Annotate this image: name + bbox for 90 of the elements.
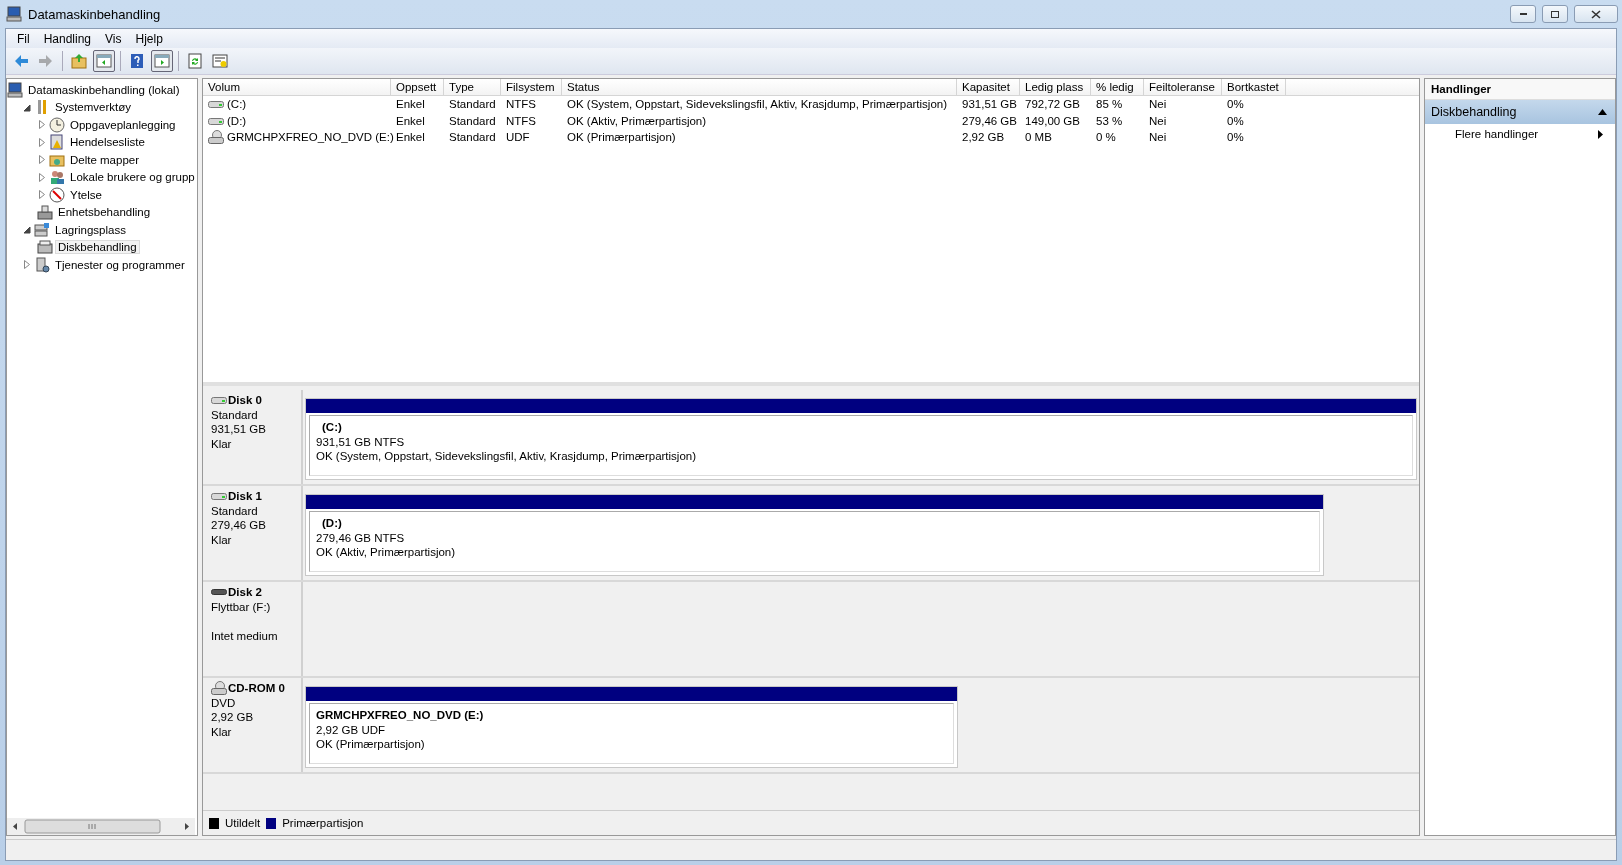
- table-cell-text: 931,51 GB: [962, 97, 1017, 112]
- menu-item[interactable]: Hjelp: [128, 30, 170, 47]
- legend-label: Primærpartisjon: [282, 817, 364, 829]
- tree-item[interactable]: Oppgaveplanlegging: [67, 117, 179, 132]
- partition-status: OK (System, Oppstart, Sidevekslingsfil, Aktiv, Krasjdump, Primærpartisjon): [316, 449, 698, 464]
- menu-item[interactable]: Handling: [36, 30, 99, 47]
- section-label: Diskbehandling: [1431, 105, 1517, 119]
- table-cell-text: NTFS: [506, 113, 537, 129]
- table-cell-text: 149,00 GB: [1025, 113, 1080, 129]
- disk-status: Intet medium: [211, 628, 279, 643]
- disk-type: DVD: [211, 695, 237, 710]
- column-header[interactable]: Ledig plass: [1020, 79, 1091, 96]
- disk-type: Standard: [211, 407, 259, 422]
- table-cell-text: 2,92 GB: [962, 130, 1005, 145]
- table-cell-text: GRMCHPXFREO_NO_DVD (E:): [227, 130, 394, 145]
- partition-block[interactable]: (D:) 279,46 GB NTFS OK (Aktiv, Primærpartisjon): [305, 494, 1325, 576]
- partition-block[interactable]: GRMCHPXFREO_NO_DVD (E:) 2,92 GB UDF OK (Primærpartisjon): [305, 686, 958, 768]
- table-cell-text: Nei: [1149, 130, 1167, 145]
- partition-size: 931,51 GB NTFS: [316, 434, 406, 449]
- table-cell-text: 0%: [1227, 130, 1244, 145]
- disk-size: 931,51 GB: [211, 422, 267, 437]
- table-cell-text: OK (Primærpartisjon): [567, 130, 676, 145]
- disk-name: Disk 1: [228, 489, 262, 504]
- column-header[interactable]: Status: [562, 79, 957, 96]
- table-cell-text: Nei: [1149, 113, 1167, 129]
- tree-item[interactable]: Lagringsplass: [52, 222, 129, 237]
- actions-title: Handlinger: [1425, 79, 1615, 100]
- column-header[interactable]: Bortkastet: [1222, 79, 1286, 96]
- action-label: Flere handlinger: [1455, 128, 1539, 140]
- column-header[interactable]: Type: [444, 79, 501, 96]
- table-cell-text: (D:): [227, 113, 247, 129]
- table-cell-text: OK (System, Oppstart, Sidevekslingsfil, Aktiv, Krasjdump, Primærpartisjon): [567, 97, 948, 112]
- table-cell-text: Nei: [1149, 97, 1167, 112]
- disk-status: Klar: [211, 532, 233, 547]
- legend-label: Utildelt: [225, 817, 261, 829]
- partition-label: (C:): [321, 420, 343, 435]
- tree-item[interactable]: Ytelse: [67, 187, 105, 202]
- tree-item[interactable]: Systemverktøy: [52, 100, 135, 115]
- table-cell-text: NTFS: [506, 97, 537, 112]
- table-cell-text: Standard: [449, 97, 496, 112]
- disk-size: 2,92 GB: [211, 710, 255, 725]
- table-cell-text: Enkel: [396, 97, 425, 112]
- column-header[interactable]: Oppsett: [391, 79, 444, 96]
- disk-status: Klar: [211, 724, 233, 739]
- partition-label: GRMCHPXFREO_NO_DVD (E:): [316, 708, 485, 723]
- actions-section[interactable]: Diskbehandling: [1425, 100, 1615, 124]
- tree-item[interactable]: Hendelsesliste: [67, 135, 148, 150]
- table-cell-text: Enkel: [396, 113, 425, 129]
- column-header[interactable]: Kapasitet: [957, 79, 1020, 96]
- disk-type: Standard: [211, 503, 259, 518]
- disk-name: CD-ROM 0: [228, 681, 285, 696]
- partition-status: OK (Aktiv, Primærpartisjon): [316, 545, 457, 560]
- menu-item[interactable]: Fil: [10, 30, 37, 47]
- partition-size: 279,46 GB NTFS: [316, 530, 406, 545]
- table-cell-text: OK (Aktiv, Primærpartisjon): [567, 113, 707, 129]
- partition-status: OK (Primærpartisjon): [316, 737, 426, 752]
- window-title: Datamaskinbehandling: [28, 6, 161, 22]
- column-header[interactable]: Filsystem: [501, 79, 562, 96]
- table-cell-text: (C:): [227, 97, 247, 112]
- disk-size: 279,46 GB: [211, 518, 267, 533]
- tree-item[interactable]: Diskbehandling: [55, 240, 140, 255]
- table-cell-text: 279,46 GB: [962, 113, 1017, 129]
- partition-label: (D:): [321, 516, 343, 531]
- tree-item[interactable]: Delte mapper: [67, 152, 143, 167]
- disk-name: Disk 2: [228, 585, 262, 600]
- tree-item[interactable]: Lokale brukere og grupp: [67, 170, 197, 185]
- tree-item[interactable]: Enhetsbehandling: [55, 205, 154, 220]
- column-header[interactable]: Feiltoleranse: [1144, 79, 1222, 96]
- partition-block[interactable]: (C:) 931,51 GB NTFS OK (System, Oppstart, Sidevekslingsfil, Aktiv, Krasjdump, Primærpartisjon): [305, 398, 1417, 480]
- table-cell-text: 85 %: [1096, 97, 1123, 112]
- table-cell-text: 0 MB: [1025, 130, 1052, 145]
- menu-item[interactable]: Vis: [98, 30, 129, 47]
- table-cell-text: Standard: [449, 113, 496, 129]
- table-cell-text: 53 %: [1096, 113, 1123, 129]
- table-cell-text: 0%: [1227, 113, 1244, 129]
- disk-name: Disk 0: [228, 393, 262, 408]
- action-item[interactable]: Flere handlinger: [1425, 124, 1615, 144]
- disk-type: Flyttbar (F:): [211, 599, 272, 614]
- tree-item[interactable]: Tjenester og programmer: [52, 257, 188, 272]
- table-cell-text: Enkel: [396, 130, 425, 145]
- table-cell-text: Standard: [449, 130, 496, 145]
- table-cell-text: 792,72 GB: [1025, 97, 1080, 112]
- table-cell-text: 0 %: [1096, 130, 1116, 145]
- partition-size: 2,92 GB UDF: [316, 722, 387, 737]
- tree-item[interactable]: Datamaskinbehandling (lokal): [25, 82, 183, 97]
- table-cell-text: UDF: [506, 130, 530, 145]
- table-cell-text: 0%: [1227, 97, 1244, 112]
- column-header[interactable]: Volum: [203, 79, 391, 96]
- column-header[interactable]: % ledig: [1091, 79, 1144, 96]
- disk-status: Klar: [211, 436, 233, 451]
